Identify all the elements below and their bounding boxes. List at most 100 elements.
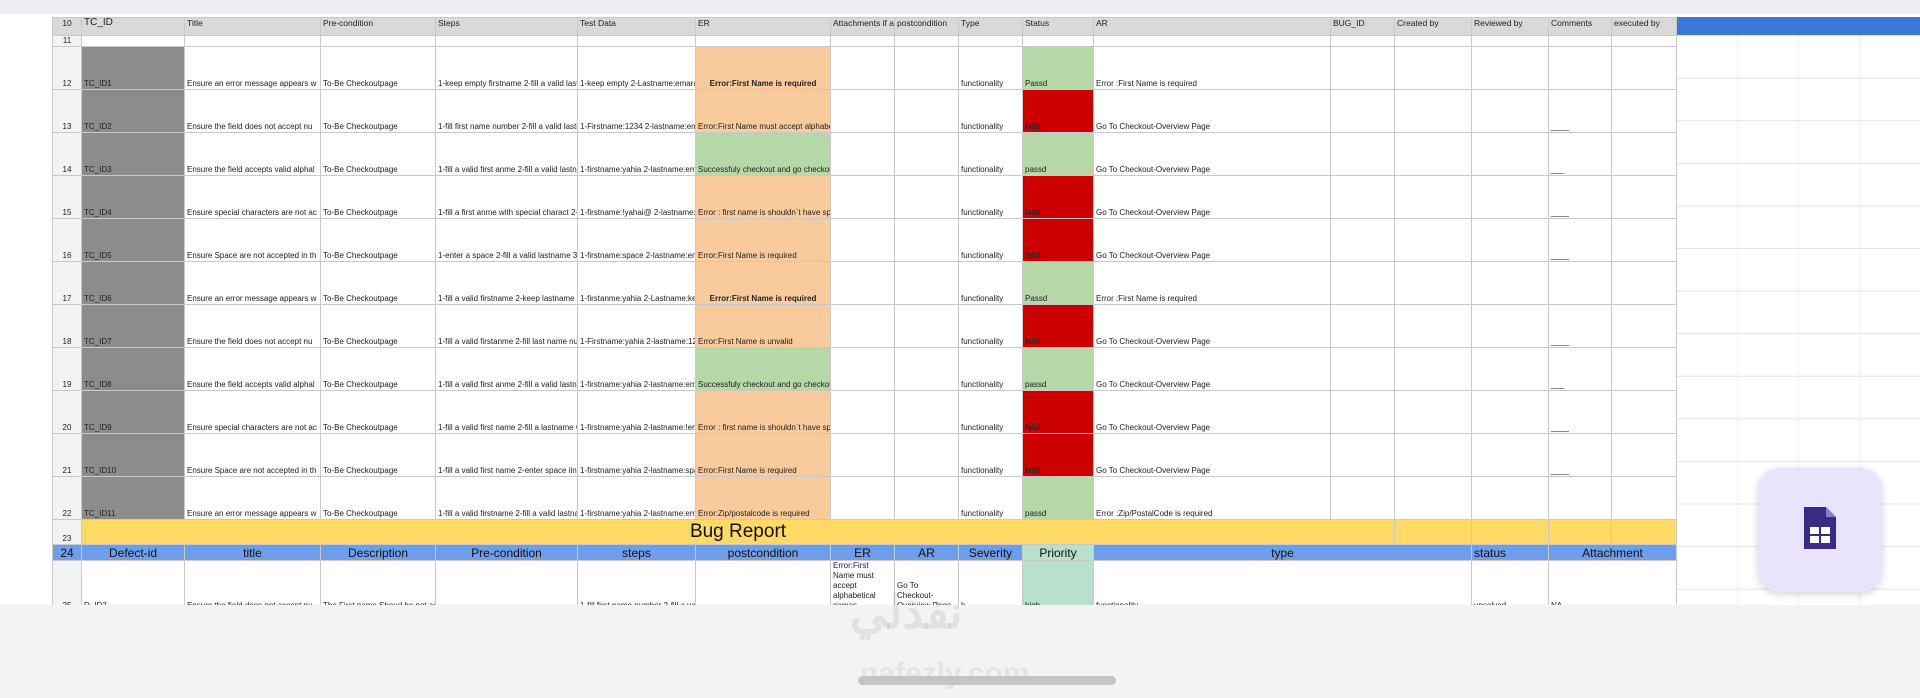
attachments-cell[interactable] (830, 304, 895, 348)
bug-column-header[interactable]: Pre-condition (435, 544, 578, 561)
empty-cell[interactable] (1611, 519, 1677, 545)
defect-id-cell[interactable]: D_ID2 (81, 560, 185, 612)
reviewed-by-cell[interactable] (1471, 390, 1549, 434)
bug-column-header[interactable]: Attachment (1548, 544, 1677, 561)
empty-cell[interactable] (1471, 35, 1549, 47)
bug-id-cell[interactable] (1330, 433, 1395, 477)
bug-report-title[interactable]: Bug Report (81, 519, 1395, 545)
tc-id-cell[interactable]: TC_ID10 (81, 433, 185, 477)
status-cell[interactable]: passd (1022, 476, 1094, 520)
empty-cell[interactable] (1611, 35, 1677, 47)
bug-column-header[interactable]: AR (894, 544, 959, 561)
status-cell[interactable]: passd (1022, 132, 1094, 176)
created-by-cell[interactable] (1394, 175, 1472, 219)
comments-cell[interactable]: ___ (1548, 132, 1612, 176)
column-header[interactable]: postcondition (894, 17, 959, 36)
attachments-cell[interactable] (830, 218, 895, 262)
test-data-cell[interactable]: 1-firstname:!yahai@ 2-lastname:emara 3-z… (577, 175, 696, 219)
title-cell[interactable]: Ensure the field accepts valid alphal (184, 132, 321, 176)
status-cell[interactable]: passd (1022, 347, 1094, 391)
title-cell[interactable]: Ensure special characters are not ac (184, 390, 321, 434)
precondition-cell[interactable]: To-Be Checkoutpage (320, 89, 436, 133)
bug-id-cell[interactable] (1330, 304, 1395, 348)
precondition-cell[interactable]: To-Be Checkoutpage (320, 476, 436, 520)
column-header[interactable]: Attachments if any (830, 17, 895, 36)
column-header[interactable]: Test Data (577, 17, 696, 36)
precondition-cell[interactable]: To-Be Checkoutpage (320, 433, 436, 477)
postcondition-cell[interactable] (894, 175, 959, 219)
reviewed-by-cell[interactable] (1471, 218, 1549, 262)
reviewed-by-cell[interactable] (1471, 347, 1549, 391)
bug-column-header[interactable]: Defect-id (81, 544, 185, 561)
actual-result-cell[interactable]: Error :Zip/PostalCode is required (1093, 476, 1331, 520)
status-cell[interactable]: faild (1022, 175, 1094, 219)
expected-result-cell[interactable]: Error:First Name is required (695, 261, 831, 305)
postcondition-cell[interactable] (894, 218, 959, 262)
tc-id-cell[interactable]: TC_ID6 (81, 261, 185, 305)
column-header[interactable]: Reviewed by (1471, 17, 1549, 36)
steps-cell[interactable]: 1-fill a valid first anme 2-fill a valid… (435, 347, 578, 391)
type-cell[interactable]: functionality (958, 89, 1023, 133)
bug-column-header[interactable]: Severity (958, 544, 1023, 561)
test-data-cell[interactable]: 1-keep empty 2-Lastname:emara 3-Zip:3323… (577, 46, 696, 90)
created-by-cell[interactable] (1394, 46, 1472, 90)
expected-result-cell[interactable]: Error:First Name must accept alphabetica… (695, 89, 831, 133)
status-cell[interactable]: faild (1022, 89, 1094, 133)
title-cell[interactable]: Ensure an error message appears w (184, 261, 321, 305)
tc-id-cell[interactable]: TC_ID11 (81, 476, 185, 520)
test-data-cell[interactable]: 1-Firstname:yahia 2-lastname:1234 3-zip/… (577, 304, 696, 348)
type-cell[interactable]: functionality (958, 218, 1023, 262)
comments-cell[interactable]: ____ (1548, 218, 1612, 262)
steps-cell[interactable]: 1-fill first name number 2-fill a valid … (435, 89, 578, 133)
expected-result-cell[interactable]: Successfuly checkout and go checkout-ove… (695, 132, 831, 176)
bug-id-cell[interactable] (1330, 261, 1395, 305)
postcondition-cell[interactable] (894, 89, 959, 133)
empty-cell[interactable] (1548, 519, 1612, 545)
steps-cell[interactable]: 1-fill a valid firstname 2-fill a valid … (435, 476, 578, 520)
steps-cell[interactable]: 1-fill a valid firstanme 2-fill last nam… (435, 304, 578, 348)
empty-cell[interactable] (1548, 35, 1612, 47)
attachments-cell[interactable] (830, 46, 895, 90)
test-data-cell[interactable]: 1-firstname:yahia 2-lastname:emara 3-zip… (577, 132, 696, 176)
bug-column-header[interactable]: Description (320, 544, 436, 561)
executed-by-cell[interactable] (1611, 89, 1677, 133)
column-header[interactable]: Type (958, 17, 1023, 36)
precondition-cell[interactable]: To-Be Checkoutpage (320, 218, 436, 262)
steps-cell[interactable]: 1-fill a valid first anme 2-fill a valid… (435, 132, 578, 176)
empty-cell[interactable] (577, 35, 696, 47)
column-header[interactable]: Created by (1394, 17, 1472, 36)
executed-by-cell[interactable] (1611, 304, 1677, 348)
actual-result-cell[interactable]: Go To Checkout-Overview Page (1093, 175, 1331, 219)
bug-id-cell[interactable] (1330, 218, 1395, 262)
bug-type-cell[interactable]: functionality (1093, 560, 1472, 612)
precondition-cell[interactable]: To-Be Checkoutpage (320, 46, 436, 90)
comments-cell[interactable] (1548, 476, 1612, 520)
title-cell[interactable]: Ensure an error message appears w (184, 46, 321, 90)
executed-by-cell[interactable] (1611, 347, 1677, 391)
title-cell[interactable]: Ensure Space are not accepted in th (184, 433, 321, 477)
status-cell[interactable]: faild (1022, 304, 1094, 348)
executed-by-cell[interactable] (1611, 390, 1677, 434)
type-cell[interactable]: functionality (958, 390, 1023, 434)
type-cell[interactable]: functionality (958, 261, 1023, 305)
title-cell[interactable]: Ensure the field accepts valid alphal (184, 347, 321, 391)
created-by-cell[interactable] (1394, 390, 1472, 434)
created-by-cell[interactable] (1394, 261, 1472, 305)
created-by-cell[interactable] (1394, 89, 1472, 133)
type-cell[interactable]: functionality (958, 46, 1023, 90)
steps-cell[interactable]: 1-fill a first anme with special charact… (435, 175, 578, 219)
bug-id-cell[interactable] (1330, 347, 1395, 391)
precondition-cell[interactable]: To-Be Checkoutpage (320, 175, 436, 219)
status-cell[interactable]: faild (1022, 218, 1094, 262)
steps-cell[interactable]: 1-keep empty firstname 2-fill a valid la… (435, 46, 578, 90)
bug-column-header[interactable]: postcondition (695, 544, 831, 561)
executed-by-cell[interactable] (1611, 218, 1677, 262)
comments-cell[interactable] (1548, 261, 1612, 305)
empty-cell[interactable] (695, 35, 831, 47)
column-header[interactable]: executed by (1611, 17, 1677, 36)
postcondition-cell[interactable] (894, 132, 959, 176)
type-cell[interactable]: functionality (958, 347, 1023, 391)
executed-by-cell[interactable] (1611, 261, 1677, 305)
bug-id-cell[interactable] (1330, 89, 1395, 133)
expected-result-cell[interactable]: Error:First Name is unvalid (695, 304, 831, 348)
